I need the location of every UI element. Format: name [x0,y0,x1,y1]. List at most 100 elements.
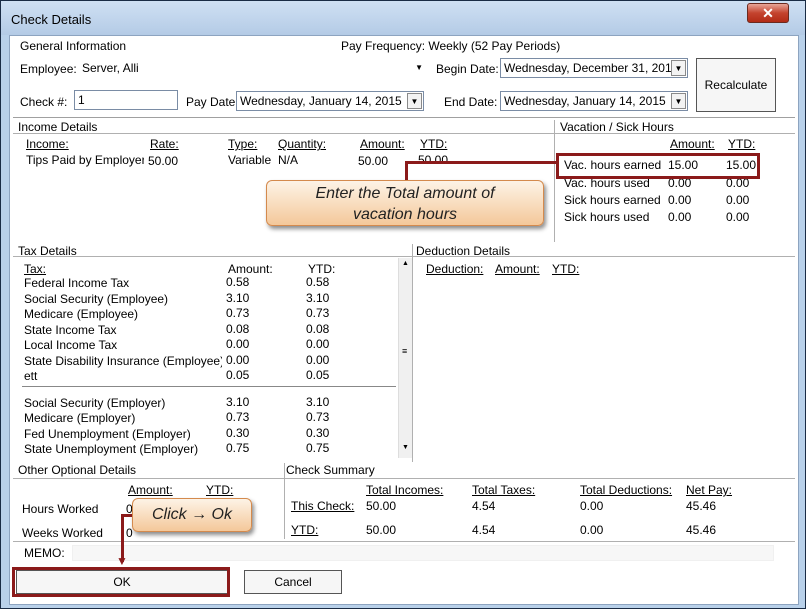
recalculate-button[interactable]: Recalculate [696,58,776,112]
tax-row-amount-value: 0.73 [226,410,250,424]
scroll-up-arrow-icon[interactable]: ▲ [402,260,409,267]
income-rate-input[interactable]: 50.00 [144,151,224,171]
calendar-dropdown-icon[interactable]: ▼ [671,60,686,76]
tax-row-amount[interactable]: 0.58 [222,274,292,291]
tax-row-amount-value: 3.10 [226,395,250,409]
tax-row-ytd[interactable]: 0.58 [302,274,372,291]
tax-row-name: Social Security (Employer) [24,396,166,410]
pay-date-picker[interactable]: Wednesday, January 14, 2015 ▼ [236,91,424,111]
income-details-title: Income Details [18,120,98,134]
end-date-picker[interactable]: Wednesday, January 14, 2015 ▼ [500,91,688,111]
calendar-dropdown-icon[interactable]: ▼ [407,93,422,109]
pay-date-value: Wednesday, January 14, 2015 [240,94,402,108]
tax-row-amount[interactable]: 0.00 [222,336,292,353]
check-number-input[interactable]: 1 [74,90,178,110]
begin-date-picker[interactable]: Wednesday, December 31, 2014 ▼ [500,58,688,78]
vacation-header-ytd: YTD: [728,137,756,151]
close-button[interactable]: ✕ [747,3,789,23]
dialog-body: General Information Pay Frequency: Weekl… [9,35,799,605]
tax-scrollbar[interactable]: ▲ ≡ ▼ [398,258,412,458]
begin-date-value: Wednesday, December 31, 2014 [504,61,679,75]
employee-label: Employee: [20,62,77,76]
check-number-value: 1 [78,93,85,107]
income-header-type: Type: [228,137,258,151]
income-header-amount: Amount: [360,137,405,151]
end-date-value: Wednesday, January 14, 2015 [504,94,666,108]
tax-row-amount-value: 0.08 [226,322,250,336]
summary-header-total-taxes: Total Taxes: [472,483,536,497]
income-quantity: N/A [278,153,299,167]
memo-input[interactable] [72,545,774,561]
sick-hours-used-input[interactable]: 0.00 [664,207,724,227]
window-title: Check Details [11,12,92,27]
cancel-button[interactable]: Cancel [244,570,342,594]
ytd-net-pay: 45.46 [686,523,717,537]
tax-row-ytd-value: 0.08 [306,322,330,336]
title-bar: Check Details ✕ [1,1,805,35]
tax-row-amount[interactable]: 0.73 [222,409,292,426]
tax-row-name: Social Security (Employee) [24,292,169,306]
tax-row-name: Federal Income Tax [24,276,130,290]
deduction-header-ytd: YTD: [552,262,580,276]
other-optional-title: Other Optional Details [18,463,137,477]
scroll-thumb-grip-icon[interactable]: ≡ [402,346,407,356]
calendar-dropdown-icon[interactable]: ▼ [671,93,686,109]
employee-select[interactable]: Server, Alli ▼ [78,58,426,78]
tax-row-ytd[interactable]: 0.00 [302,336,372,353]
income-header-ytd: YTD: [420,137,448,151]
ok-highlight-box [12,567,230,597]
tax-row-amount[interactable]: 0.05 [222,367,292,384]
deduction-header-deduction: Deduction: [426,262,484,276]
tax-row-ytd-value: 0.30 [306,426,330,440]
other-header-amount: Amount: [128,483,173,497]
this-check-total-taxes: 4.54 [472,499,496,513]
tax-row-name: Medicare (Employer) [24,411,136,425]
tax-row-ytd[interactable]: 0.73 [302,409,372,426]
tax-row-amount-value: 0.75 [226,441,250,455]
this-check-total-incomes: 50.00 [366,499,397,513]
pay-date-label: Pay Date: [186,95,239,109]
end-date-label: End Date: [444,95,498,109]
tax-row-amount[interactable]: 0.73 [222,305,292,322]
begin-date-label: Begin Date: [436,62,499,76]
tax-row-name: Fed Unemployment (Employer) [24,427,191,441]
check-number-label: Check #: [20,95,68,109]
pay-frequency: Pay Frequency: Weekly (52 Pay Periods) [341,39,561,53]
tax-row-amount[interactable]: 0.75 [222,440,292,457]
tax-row-amount-value: 0.05 [226,368,250,382]
tax-divider [13,256,795,257]
tax-row-amount-value: 0.00 [226,353,250,367]
tax-row-ytd[interactable]: 0.73 [302,305,372,322]
tax-row-amount-value: 0.30 [226,426,250,440]
tax-row-ytd[interactable]: 0.75 [302,440,372,457]
tax-row-ytd[interactable]: 0.05 [302,367,372,384]
sick-hours-used-label: Sick hours used [564,210,650,224]
tax-row-amount-value: 3.10 [226,291,250,305]
vacation-header-amount: Amount: [670,137,715,151]
weeks-worked-label: Weeks Worked [22,526,103,540]
ok-callout: Click → Ok [132,498,252,532]
summary-header-net-pay: Net Pay: [686,483,733,497]
income-amount-value: 50.00 [358,154,389,168]
this-check-label: This Check: [291,499,355,513]
tax-row-ytd-value: 0.58 [306,275,330,289]
this-check-total-deductions: 0.00 [580,499,604,513]
tax-row-ytd-value: 3.10 [306,395,330,409]
tax-row-ytd-value: 0.00 [306,353,330,367]
income-header-rate: Rate: [150,137,179,151]
tax-row-name: State Unemployment (Employer) [24,442,199,456]
chevron-down-icon: ▼ [415,63,423,72]
tax-row-ytd-value: 0.00 [306,337,330,351]
hours-worked-label: Hours Worked [22,502,99,516]
scroll-down-arrow-icon[interactable]: ▼ [402,444,409,451]
deduction-divider [412,244,413,462]
ytd-total-incomes: 50.00 [366,523,397,537]
tax-row-ytd-value: 0.05 [306,368,330,382]
summary-divider [284,463,285,539]
tax-row-name: State Disability Insurance (Employee) [24,354,225,368]
tax-row-name: Medicare (Employee) [24,307,139,321]
tax-row-ytd-value: 0.75 [306,441,330,455]
memo-label: MEMO: [24,546,65,560]
employee-value: Server, Alli [82,61,139,75]
vacation-hours-callout: Enter the Total amount of vacation hours [266,180,544,226]
